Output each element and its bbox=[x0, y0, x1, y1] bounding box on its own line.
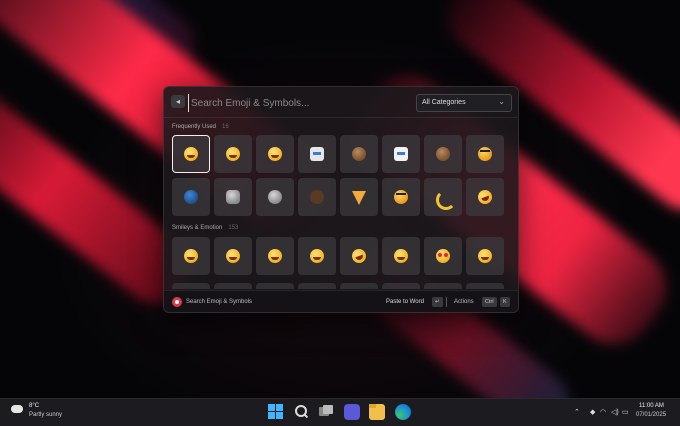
emoji-tile-face-with-mask[interactable] bbox=[256, 135, 294, 173]
teams-chat-icon[interactable] bbox=[344, 404, 360, 420]
taskbar: 8°C Partly sunny ⌃ ◆ ◠ ◁) ▭ 11:00 AM 07/… bbox=[0, 398, 680, 426]
rolling-laughing-icon bbox=[476, 188, 494, 206]
app-logo-icon bbox=[172, 297, 182, 307]
search-input[interactable] bbox=[188, 94, 363, 112]
section-title: Frequently Used bbox=[172, 124, 217, 130]
emoji-picker-window: ◂ All Categories ⌄ Frequently Used 16 Smi… bbox=[163, 86, 519, 313]
emoji-tile-grinning-big-eyes[interactable] bbox=[214, 237, 252, 275]
section-count: 16 bbox=[222, 124, 229, 130]
emoji-tile-squinting-laugh[interactable] bbox=[382, 237, 420, 275]
beaming-face-icon bbox=[268, 249, 282, 263]
chevron-down-icon: ⌄ bbox=[498, 97, 505, 106]
monkey-icon bbox=[352, 147, 366, 161]
category-dropdown[interactable]: All Categories ⌄ bbox=[416, 94, 512, 112]
emoji-tile-monkey[interactable] bbox=[340, 135, 378, 173]
bunny-icon bbox=[394, 147, 408, 161]
emoji-tile-cowboy-face[interactable] bbox=[214, 135, 252, 173]
chevron-up-icon[interactable]: ⌃ bbox=[574, 408, 580, 416]
emoji-tile-woman-vampire[interactable] bbox=[172, 178, 210, 216]
emoji-tile-tiger[interactable] bbox=[466, 135, 504, 173]
astronaut-icon bbox=[268, 190, 282, 204]
file-explorer-icon[interactable] bbox=[369, 404, 385, 420]
office-worker-icon bbox=[226, 190, 240, 204]
emoji-tile-bison[interactable] bbox=[298, 178, 336, 216]
emoji-tile-heart-eyes[interactable] bbox=[424, 237, 462, 275]
clock-date[interactable]: 07/01/2025 bbox=[636, 412, 666, 418]
tiger-icon bbox=[478, 147, 492, 161]
weather-description[interactable]: Partly sunny bbox=[29, 412, 62, 418]
action-bar: Search Emoji & Symbols Paste to Word ↵ A… bbox=[164, 290, 518, 312]
search-bar: ◂ All Categories ⌄ bbox=[164, 87, 518, 118]
next-row-partial bbox=[172, 283, 510, 289]
emoji-tile-leopard[interactable] bbox=[382, 178, 420, 216]
emoji-tile-office-worker[interactable] bbox=[214, 178, 252, 216]
cowboy-face-icon bbox=[226, 147, 240, 161]
vampire-icon bbox=[184, 190, 198, 204]
enter-key-hint: ↵ bbox=[432, 297, 443, 307]
back-button[interactable]: ◂ bbox=[171, 95, 185, 108]
windows-start-icon[interactable] bbox=[268, 404, 284, 420]
emoji-tile-grinning-face[interactable] bbox=[172, 237, 210, 275]
section-title: Smileys & Emotion bbox=[172, 225, 223, 231]
paste-to-word-action[interactable]: Paste to Word bbox=[386, 299, 424, 305]
wifi-icon[interactable]: ◠ bbox=[600, 408, 606, 416]
emoji-tile-beaming-face[interactable] bbox=[256, 237, 294, 275]
emoji-tile-rolling-laughing[interactable] bbox=[466, 178, 504, 216]
pizza-icon bbox=[352, 191, 366, 205]
heart-eyes-icon bbox=[436, 249, 450, 263]
emoji-tile-astronaut[interactable] bbox=[256, 178, 294, 216]
volume-icon[interactable]: ◁) bbox=[611, 408, 619, 416]
sloth-icon bbox=[436, 147, 450, 161]
hugging-face-icon bbox=[184, 147, 198, 161]
category-dropdown-label: All Categories bbox=[422, 99, 466, 106]
task-view-icon[interactable] bbox=[318, 404, 334, 420]
divider bbox=[446, 297, 447, 307]
battery-icon[interactable]: ▭ bbox=[622, 408, 629, 416]
network-drive-icon[interactable]: ◆ bbox=[590, 408, 595, 416]
emoji-tile-banana[interactable] bbox=[424, 178, 462, 216]
section-header-frequently-used: Frequently Used 16 bbox=[172, 124, 229, 130]
emoji-tile-rofl[interactable] bbox=[340, 237, 378, 275]
grinning-big-eyes-icon bbox=[226, 249, 240, 263]
smiling-face-icon bbox=[478, 249, 492, 263]
face-with-mask-icon bbox=[268, 147, 282, 161]
squinting-laugh-icon bbox=[394, 249, 408, 263]
grinning-face-icon bbox=[184, 249, 198, 263]
emoji-tile-sloth[interactable] bbox=[424, 135, 462, 173]
partly-sunny-icon[interactable] bbox=[11, 402, 23, 413]
section-header-smileys: Smileys & Emotion 153 bbox=[172, 225, 238, 231]
emoji-tile-robot[interactable] bbox=[298, 135, 336, 173]
weather-temperature[interactable]: 8°C bbox=[29, 403, 39, 409]
section-count: 153 bbox=[228, 225, 239, 231]
emoji-tile-grinning-sweat[interactable] bbox=[298, 237, 336, 275]
search-icon[interactable] bbox=[293, 404, 309, 420]
banana-icon bbox=[436, 190, 456, 210]
leopard-icon bbox=[394, 190, 408, 204]
actions-button[interactable]: Actions bbox=[454, 299, 474, 305]
k-key-hint: K bbox=[500, 297, 510, 307]
clock-time[interactable]: 11:00 AM bbox=[639, 403, 664, 409]
emoji-tile-pizza[interactable] bbox=[340, 178, 378, 216]
emoji-tile-hugging-face[interactable] bbox=[172, 135, 210, 173]
robot-icon bbox=[310, 147, 324, 161]
bison-icon bbox=[310, 190, 324, 204]
rofl-icon bbox=[350, 247, 368, 265]
ctrl-key-hint: Ctrl bbox=[482, 297, 497, 307]
app-name: Search Emoji & Symbols bbox=[186, 299, 253, 305]
edge-browser-icon[interactable] bbox=[395, 404, 411, 420]
emoji-tile-smiling-face[interactable] bbox=[466, 237, 504, 275]
emoji-tile-bunny[interactable] bbox=[382, 135, 420, 173]
grinning-sweat-icon bbox=[310, 249, 324, 263]
